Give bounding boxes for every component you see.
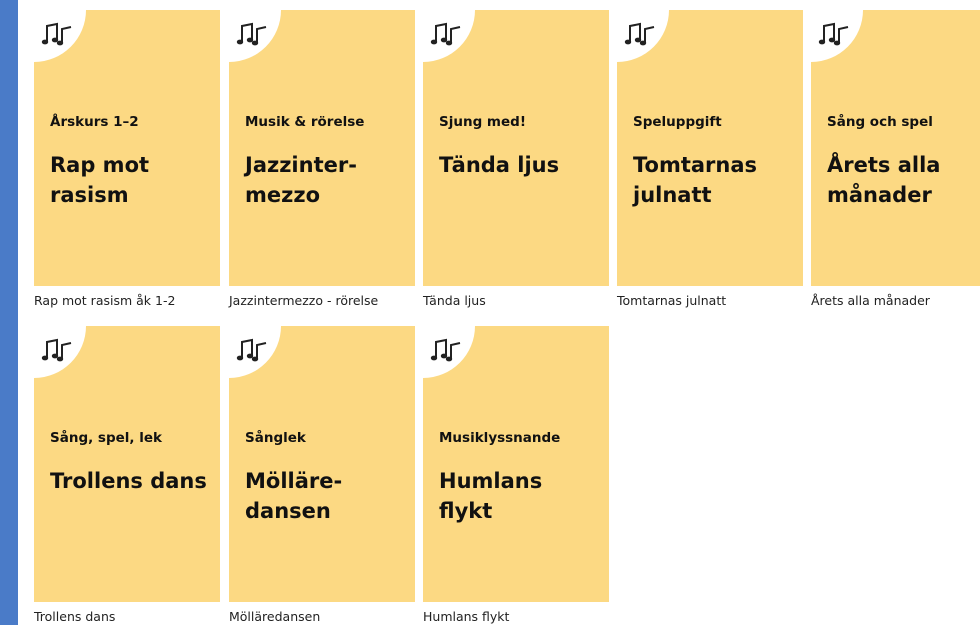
music-notes-icon [624, 22, 655, 46]
card-thumbnail: Speluppgift Tomtarnas julnatt [617, 10, 803, 286]
card-caption[interactable]: Jazzintermezzo - rörelse [229, 293, 429, 308]
music-notes-icon [818, 22, 849, 46]
left-sidebar-strip [0, 0, 18, 625]
card-trollens-dans[interactable]: Sång, spel, lek Trollens dans Trollens d… [34, 326, 220, 624]
card-rap-mot-rasism[interactable]: Årskurs 1–2 Rap mot rasism Rap mot rasis… [34, 10, 220, 308]
card-thumbnail: Sång, spel, lek Trollens dans [34, 326, 220, 602]
card-caption[interactable]: Trollens dans [34, 609, 234, 624]
card-caption[interactable]: Rap mot rasism åk 1-2 [34, 293, 234, 308]
card-thumbnail: Sång och spel Årets alla månader [811, 10, 980, 286]
card-category: Sång och spel [827, 114, 933, 130]
card-category: Sånglek [245, 430, 306, 446]
card-category: Musik & rörelse [245, 114, 365, 130]
card-jazzintermezzo[interactable]: Musik & rörelse Jazzinter- mezzo Jazzint… [229, 10, 415, 308]
card-title: Rap mot rasism [50, 153, 150, 207]
card-title: Jazzinter- mezzo [245, 153, 357, 207]
card-caption[interactable]: Mölläredansen [229, 609, 429, 624]
card-category: Speluppgift [633, 114, 722, 130]
card-title: Tända ljus [439, 153, 560, 177]
card-caption[interactable]: Årets alla månader [811, 293, 980, 308]
card-mollaredansen[interactable]: Sånglek Mölläre- dansen Mölläredansen [229, 326, 415, 624]
music-notes-icon [41, 22, 72, 46]
card-title: Humlans flykt [439, 469, 543, 523]
music-notes-icon [41, 338, 72, 362]
card-category: Sång, spel, lek [50, 430, 163, 446]
card-thumbnail: Sjung med! Tända ljus [423, 10, 609, 286]
card-thumbnail: Musiklyssnande Humlans flykt [423, 326, 609, 602]
card-title: Tomtarnas julnatt [633, 153, 758, 207]
card-title: Trollens dans [50, 469, 207, 493]
music-notes-icon [430, 338, 461, 362]
card-thumbnail: Sånglek Mölläre- dansen [229, 326, 415, 602]
card-category: Sjung med! [439, 114, 526, 130]
music-notes-icon [236, 338, 267, 362]
card-category: Årskurs 1–2 [50, 114, 139, 130]
card-title: Mölläre- dansen [245, 469, 343, 523]
card-thumbnail: Årskurs 1–2 Rap mot rasism [34, 10, 220, 286]
card-thumbnail: Musik & rörelse Jazzinter- mezzo [229, 10, 415, 286]
music-notes-icon [236, 22, 267, 46]
music-notes-icon [430, 22, 461, 46]
card-caption[interactable]: Tomtarnas julnatt [617, 293, 817, 308]
card-category: Musiklyssnande [439, 430, 561, 446]
card-caption[interactable]: Tända ljus [423, 293, 623, 308]
card-tomtarnas-julnatt[interactable]: Speluppgift Tomtarnas julnatt Tomtarnas … [617, 10, 803, 308]
card-caption[interactable]: Humlans flykt [423, 609, 623, 624]
card-humlans-flykt[interactable]: Musiklyssnande Humlans flykt Humlans fly… [423, 326, 609, 624]
card-arets-alla-manader[interactable]: Sång och spel Årets alla månader Årets a… [811, 10, 980, 308]
card-tanda-ljus[interactable]: Sjung med! Tända ljus Tända ljus [423, 10, 609, 308]
card-title: Årets alla månader [827, 153, 941, 207]
